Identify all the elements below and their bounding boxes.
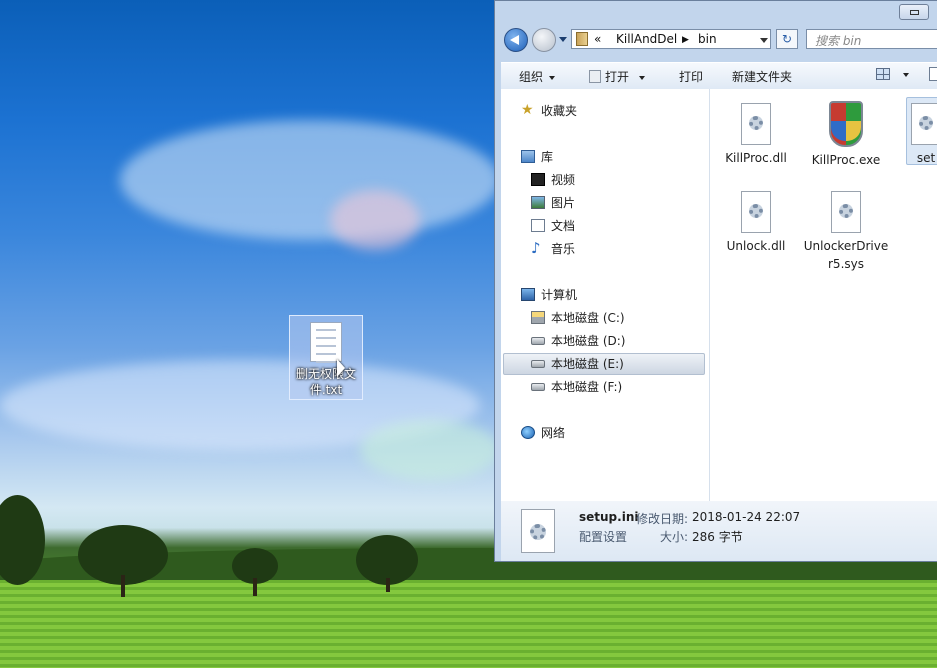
nav-label: 图片 <box>551 196 576 210</box>
file-list[interactable]: KillProc.dll KillProc.exe set Unlock.dll… <box>710 89 937 501</box>
nav-label: 计算机 <box>541 288 578 302</box>
detail-size-value: 286 字节 <box>692 530 743 544</box>
change-view-icon[interactable] <box>876 68 890 80</box>
nav-label: 库 <box>541 150 554 164</box>
file-label: set <box>916 151 936 165</box>
print-button[interactable]: 打印 <box>679 68 703 85</box>
minimize-button[interactable] <box>899 4 929 20</box>
file-item[interactable]: set <box>911 101 937 167</box>
open-button[interactable]: 打开 <box>589 68 646 85</box>
new-folder-button[interactable]: 新建文件夹 <box>732 68 792 85</box>
preview-pane-icon[interactable] <box>929 67 937 81</box>
breadcrumb-killanddel[interactable]: KillAndDel <box>616 32 677 46</box>
breadcrumb-bin[interactable]: bin <box>698 32 717 46</box>
drive-icon <box>531 360 545 368</box>
file-label: KillProc.exe <box>811 153 881 167</box>
star-icon: ★ <box>521 102 534 118</box>
nav-label: 本地磁盘 (D:) <box>551 334 626 348</box>
document-icon <box>531 219 545 232</box>
gear-file-icon <box>741 191 771 233</box>
system-drive-icon <box>531 311 545 324</box>
open-icon <box>589 70 601 83</box>
mouse-cursor-icon <box>337 359 345 377</box>
open-label: 打开 <box>605 70 630 84</box>
drive-icon <box>531 337 545 345</box>
detail-modified-label: 修改日期: <box>636 512 689 526</box>
nav-label: 文档 <box>551 219 576 233</box>
organize-label: 组织 <box>519 70 544 84</box>
nav-label: 网络 <box>541 426 566 440</box>
command-bar: 组织 打开 打印 新建文件夹 <box>501 62 937 90</box>
nav-label: 收藏夹 <box>541 104 578 118</box>
desktop-file-label: 删无权限文件.txt <box>295 367 356 397</box>
detail-modified-value: 2018-01-24 22:07 <box>692 510 801 524</box>
explorer-window: « KillAndDel ▶ bin ↻ 搜索 bin 组织 打开 打印 新建文… <box>494 0 937 562</box>
nav-label: 视频 <box>551 173 576 187</box>
detail-size-label: 大小: <box>660 530 689 544</box>
text-file-icon <box>310 322 342 363</box>
computer-icon <box>521 288 535 301</box>
title-bar[interactable] <box>495 1 937 25</box>
gear-file-icon <box>911 103 937 145</box>
detail-type: 配置设置 <box>579 530 628 544</box>
breadcrumb-overflow[interactable]: « <box>594 32 601 46</box>
file-item[interactable]: KillProc.dll <box>712 101 800 167</box>
address-row: « KillAndDel ▶ bin ↻ 搜索 bin <box>495 27 937 53</box>
refresh-button[interactable]: ↻ <box>776 29 798 49</box>
file-item[interactable]: UnlockerDriver5.sys <box>802 189 890 273</box>
back-button[interactable] <box>504 28 528 52</box>
nav-label: 本地磁盘 (F:) <box>551 380 623 394</box>
drive-icon <box>531 383 545 391</box>
address-bar[interactable]: « KillAndDel ▶ bin <box>571 29 771 49</box>
picture-icon <box>531 196 545 209</box>
details-pane: setup.ini 修改日期: 2018-01-24 22:07 配置设置 大小… <box>501 501 937 561</box>
forward-button[interactable] <box>532 28 556 52</box>
history-dropdown-icon[interactable] <box>559 37 567 42</box>
file-label: UnlockerDriver5.sys <box>803 239 889 271</box>
navigation-pane[interactable]: ★ 收藏夹 库 视频 图片 文档 ♪ 音乐 计算机 本地磁盘 (C:) 本地磁盘… <box>501 89 710 501</box>
search-input[interactable]: 搜索 bin <box>806 29 937 49</box>
file-label: Unlock.dll <box>726 239 786 253</box>
open-dropdown-icon <box>639 75 646 80</box>
gear-file-icon <box>521 509 555 553</box>
address-dropdown-icon[interactable] <box>760 38 768 43</box>
network-icon <box>521 426 535 439</box>
shield-exe-icon <box>829 101 863 147</box>
nav-label: 本地磁盘 (E:) <box>551 357 624 371</box>
library-icon <box>521 150 535 163</box>
desktop-file-icon[interactable]: 删无权限文件.txt <box>289 315 363 400</box>
view-dropdown-icon[interactable] <box>903 73 909 77</box>
organize-button[interactable]: 组织 <box>519 68 556 85</box>
gear-file-icon <box>831 191 861 233</box>
nav-label: 本地磁盘 (C:) <box>551 311 625 325</box>
content-area: ★ 收藏夹 库 视频 图片 文档 ♪ 音乐 计算机 本地磁盘 (C:) 本地磁盘… <box>501 89 937 501</box>
breadcrumb-separator-icon[interactable]: ▶ <box>682 35 689 45</box>
file-item[interactable]: KillProc.exe <box>802 101 890 169</box>
video-icon <box>531 173 545 186</box>
nav-label: 音乐 <box>551 242 576 256</box>
file-item[interactable]: Unlock.dll <box>712 189 800 255</box>
gear-file-icon <box>741 103 771 145</box>
music-note-icon: ♪ <box>531 239 541 257</box>
file-label: KillProc.dll <box>725 151 787 165</box>
folder-icon <box>576 32 588 46</box>
organize-dropdown-icon <box>549 75 556 80</box>
detail-filename: setup.ini <box>579 510 639 524</box>
minimize-icon <box>910 10 919 15</box>
